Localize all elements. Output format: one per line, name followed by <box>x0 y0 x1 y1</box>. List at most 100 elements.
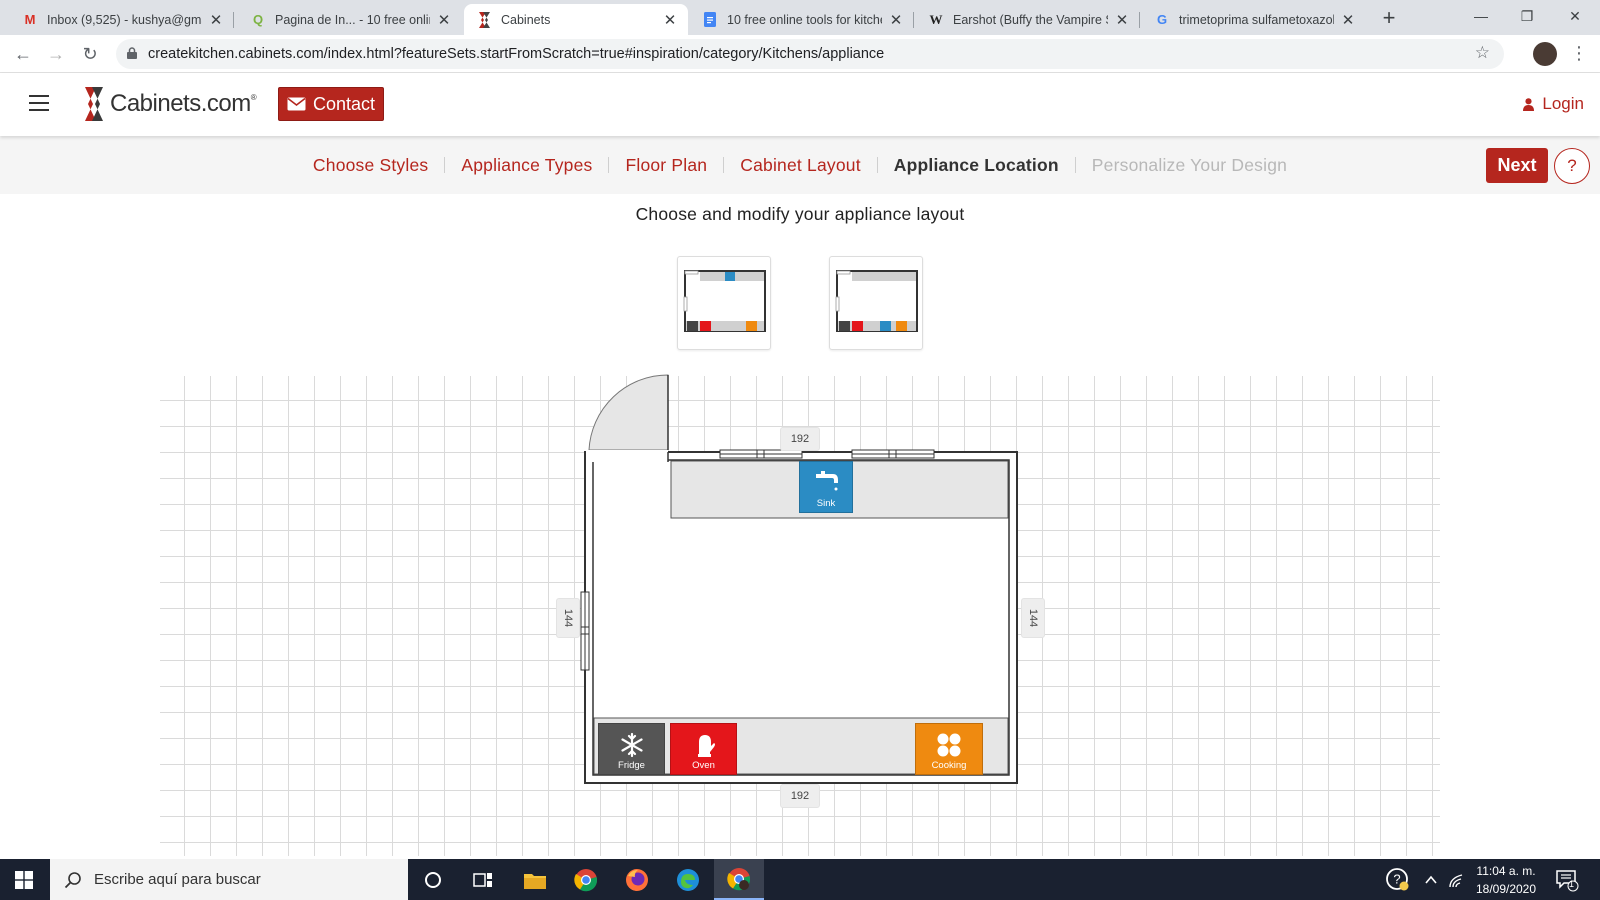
step-choose-styles[interactable]: Choose Styles <box>297 155 444 176</box>
start-button[interactable] <box>0 859 48 900</box>
login-link[interactable]: Login <box>1523 94 1584 114</box>
next-button[interactable]: Next <box>1486 148 1548 183</box>
dimension-bottom: 192 <box>780 784 820 808</box>
snowflake-icon <box>620 732 643 758</box>
close-tab-icon[interactable]: ✕ <box>1340 11 1356 29</box>
contact-button[interactable]: Contact <box>278 87 384 121</box>
tab-title: Inbox (9,525) - kushya@gmail.com <box>47 12 202 27</box>
layout-option-2[interactable] <box>829 256 923 350</box>
browser-toolbar: ← → ↻ createkitchen.cabinets.com/index.h… <box>0 35 1600 73</box>
lock-icon <box>127 47 137 59</box>
appliance-fridge[interactable]: Fridge <box>598 723 665 775</box>
docs-icon <box>702 12 718 28</box>
tab-gmail[interactable]: M Inbox (9,525) - kushya@gmail.com ✕ <box>10 4 234 35</box>
close-tab-icon[interactable]: ✕ <box>436 11 452 29</box>
forward-button[interactable]: → <box>43 41 69 67</box>
task-view-icon[interactable] <box>458 859 508 900</box>
wifi-icon[interactable] <box>1448 859 1466 900</box>
wizard-step-bar: Choose Styles Appliance Types Floor Plan… <box>0 136 1600 194</box>
user-icon <box>1523 97 1535 111</box>
burners-icon <box>937 733 961 757</box>
reload-button[interactable]: ↻ <box>77 41 103 67</box>
tab-cabinets[interactable]: Cabinets ✕ <box>464 4 688 35</box>
notification-center-icon[interactable]: 1 <box>1555 859 1579 900</box>
step-personalize-design: Personalize Your Design <box>1091 154 1288 175</box>
close-window-button[interactable]: ✕ <box>1552 0 1598 32</box>
restore-button[interactable]: ❐ <box>1504 0 1550 32</box>
close-tab-icon[interactable]: ✕ <box>1114 11 1130 29</box>
window-top-left <box>719 449 803 459</box>
bookmark-star-icon[interactable]: ☆ <box>1475 43 1490 63</box>
dimension-left: 144 <box>556 598 580 638</box>
clock-date: 18/09/2020 <box>1475 882 1537 896</box>
tab-docs[interactable]: 10 free online tools for kitchen ✕ <box>690 4 914 35</box>
cabinets-logo[interactable]: Cabinets.com ® <box>82 87 257 121</box>
profile-avatar[interactable] <box>1533 42 1557 66</box>
windows-logo-icon <box>15 870 33 889</box>
layout-thumbnail-1 <box>683 270 766 332</box>
logo-registered-mark: ® <box>250 92 257 102</box>
faucet-icon <box>816 471 838 491</box>
envelope-icon <box>287 97 306 111</box>
close-tab-icon[interactable]: ✕ <box>208 11 224 29</box>
new-tab-button[interactable]: + <box>1377 6 1401 30</box>
site-header: Cabinets.com ® Contact Login <box>0 73 1600 136</box>
close-tab-icon[interactable]: ✕ <box>888 11 904 29</box>
gmail-icon: M <box>24 12 36 27</box>
address-bar[interactable]: createkitchen.cabinets.com/index.html?fe… <box>116 39 1504 69</box>
show-hidden-icons-chevron-icon[interactable] <box>1424 859 1438 900</box>
tab-wikipedia[interactable]: W Earshot (Buffy the Vampire Slayer) ✕ <box>916 4 1140 35</box>
window-top-right <box>851 449 935 459</box>
clock-time: 11:04 a. m. <box>1476 864 1536 878</box>
hamburger-menu-icon[interactable] <box>29 95 49 111</box>
appliance-label: Cooking <box>931 760 967 771</box>
file-explorer-icon[interactable] <box>510 859 560 900</box>
tab-title: Pagina de In... - 10 free online tools <box>275 12 430 27</box>
tab-title: Cabinets <box>501 12 551 27</box>
appliance-sink[interactable]: Sink <box>799 461 853 513</box>
doorway-gap <box>586 450 668 462</box>
dimension-top: 192 <box>780 427 820 451</box>
step-cabinet-layout[interactable]: Cabinet Layout <box>724 155 877 176</box>
contact-label: Contact <box>312 93 376 114</box>
appliance-oven[interactable]: Oven <box>670 723 737 775</box>
url-text: createkitchen.cabinets.com/index.html?fe… <box>148 46 885 62</box>
tab-pagina[interactable]: Q Pagina de In... - 10 free online tools… <box>238 4 462 35</box>
help-tray-icon[interactable]: ? <box>1386 859 1410 900</box>
back-button[interactable]: ← <box>10 41 36 67</box>
firefox-icon[interactable] <box>612 859 662 900</box>
taskbar-search-box[interactable]: Escribe aquí para buscar <box>50 859 408 900</box>
tab-title: Earshot (Buffy the Vampire Slayer) <box>953 12 1108 27</box>
google-icon: G <box>1156 12 1168 27</box>
wizard-steps: Choose Styles Appliance Types Floor Plan… <box>0 136 1600 194</box>
edge-icon[interactable] <box>663 859 713 900</box>
cabinets-favicon-icon <box>476 11 492 28</box>
windows-taskbar: Escribe aquí para buscar ? 11:04 a. m. 1… <box>0 859 1600 900</box>
search-tab-icon: Q <box>252 12 264 27</box>
chrome-profile-taskbar-icon[interactable] <box>714 859 764 900</box>
search-icon <box>64 871 81 888</box>
taskbar-clock[interactable]: 11:04 a. m. 18/09/2020 <box>1470 862 1542 898</box>
browser-tabstrip: M Inbox (9,525) - kushya@gmail.com ✕ Q P… <box>0 0 1600 35</box>
browser-menu-icon[interactable]: ⋮ <box>1570 43 1588 63</box>
step-floor-plan[interactable]: Floor Plan <box>609 155 723 176</box>
wikipedia-icon: W <box>929 11 943 27</box>
step-appliance-types[interactable]: Appliance Types <box>445 155 608 176</box>
appliance-cooking[interactable]: Cooking <box>915 723 983 775</box>
close-tab-icon[interactable]: ✕ <box>662 11 678 29</box>
logo-text: Cabinets.com <box>110 90 251 117</box>
login-label: Login <box>1542 94 1584 113</box>
help-button[interactable]: ? <box>1554 148 1590 184</box>
appliance-label: Fridge <box>618 760 645 771</box>
tab-title: trimetoprima sulfametoxazol <box>1179 12 1334 27</box>
layout-thumbnail-2 <box>835 270 918 332</box>
tab-google[interactable]: G trimetoprima sulfametoxazol ✕ <box>1142 4 1366 35</box>
oven-mitt-icon <box>697 735 715 757</box>
layout-option-1[interactable] <box>677 256 771 350</box>
page-instructions: Choose and modify your appliance layout <box>635 204 965 224</box>
cortana-icon[interactable] <box>408 859 458 900</box>
notification-count: 1 <box>1569 879 1575 889</box>
minimize-button[interactable]: — <box>1458 0 1504 32</box>
chrome-icon[interactable] <box>561 859 611 900</box>
step-appliance-location[interactable]: Appliance Location <box>878 155 1075 176</box>
